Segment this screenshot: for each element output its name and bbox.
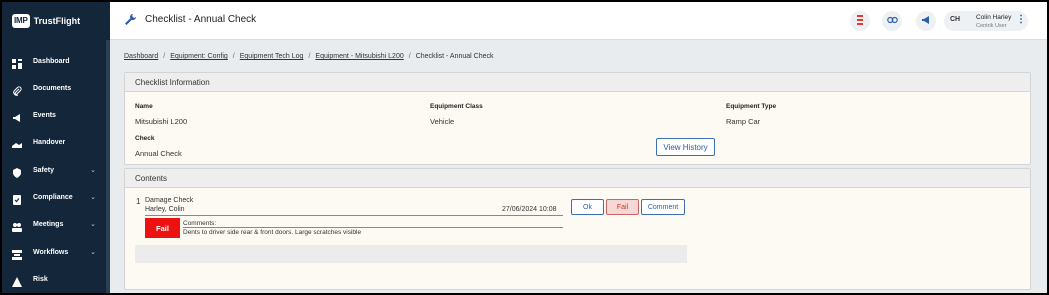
more-vertical-icon[interactable]: ⋮ bbox=[1016, 15, 1026, 25]
name-value: Mitsubishi L200 bbox=[135, 117, 188, 126]
name-label: Name bbox=[135, 103, 153, 110]
sidebar-item-label: Handover bbox=[33, 138, 66, 146]
sidebar-item-dashboard[interactable]: Dashboard bbox=[2, 51, 110, 71]
breadcrumb-separator: / bbox=[408, 53, 411, 60]
breadcrumb-link-equipment[interactable]: Equipment - Mitsubishi L200 bbox=[315, 53, 403, 60]
equipment-type-value: Ramp Car bbox=[726, 117, 761, 126]
sidebar: IMP TrustFlight Dashboard Documents Even… bbox=[2, 2, 110, 293]
sidebar-item-label: Events bbox=[33, 111, 56, 119]
sidebar-item-meetings[interactable]: Meetings ⌄ bbox=[2, 214, 110, 234]
dashboard-icon bbox=[12, 56, 22, 69]
sidebar-item-label: Documents bbox=[33, 84, 72, 92]
fail-button[interactable]: Fail bbox=[606, 199, 639, 215]
sidebar-item-label: Dashboard bbox=[33, 57, 70, 65]
chevron-down-icon: ⌄ bbox=[90, 167, 96, 174]
contents-card: Contents 1 Damage Check Harley, Colin 27… bbox=[124, 168, 1031, 290]
item-user: Harley, Colin bbox=[145, 206, 185, 213]
check-value: Annual Check bbox=[135, 149, 182, 158]
breadcrumb: Dashboard / Equipment: Config / Equipment Te… bbox=[124, 53, 494, 60]
document-stack-icon bbox=[855, 12, 865, 30]
breadcrumb-current: Checklist - Annual Check bbox=[415, 53, 494, 60]
user-name: Colin Harley bbox=[976, 14, 1012, 21]
chevron-down-icon: ⌄ bbox=[90, 194, 96, 201]
sidebar-item-safety[interactable]: Safety ⌄ bbox=[2, 160, 110, 180]
equipment-class-label: Equipment Class bbox=[430, 103, 483, 110]
status-badge: Fail bbox=[145, 218, 180, 238]
divider bbox=[183, 227, 563, 228]
top-header: Checklist - Annual Check CH Colin Harley… bbox=[110, 2, 1047, 40]
sidebar-item-compliance[interactable]: Compliance ⌄ bbox=[2, 187, 110, 207]
check-label: Check bbox=[135, 135, 155, 142]
sidebar-item-workflows[interactable]: Workflows ⌄ bbox=[2, 242, 110, 262]
user-role: Centrik User bbox=[976, 23, 1007, 29]
link-icon bbox=[886, 12, 898, 30]
ok-button[interactable]: Ok bbox=[571, 199, 604, 215]
chevron-down-icon: ⌄ bbox=[90, 221, 96, 228]
comment-button[interactable]: Comment bbox=[641, 199, 685, 215]
equipment-class-value: Vehicle bbox=[430, 117, 455, 126]
item-footer bbox=[135, 245, 687, 263]
paperclip-icon bbox=[12, 83, 22, 96]
sidebar-item-label: Workflows bbox=[33, 248, 69, 256]
breadcrumb-separator: / bbox=[163, 53, 166, 60]
brand-name: TrustFlight bbox=[33, 16, 81, 26]
handover-icon bbox=[12, 137, 22, 148]
sidebar-item-label: Risk bbox=[33, 275, 48, 283]
breadcrumb-link-equipment-tech-log[interactable]: Equipment Tech Log bbox=[240, 53, 304, 60]
sidebar-item-label: Meetings bbox=[33, 220, 64, 228]
card-heading: Contents bbox=[125, 169, 1030, 188]
divider bbox=[145, 215, 563, 216]
avatar: CH bbox=[950, 16, 961, 23]
sidebar-item-handover[interactable]: Handover bbox=[2, 132, 110, 152]
brand-logo: IMP bbox=[12, 14, 30, 28]
sidebar-item-label: Safety bbox=[33, 166, 55, 174]
comment-text: Dents to driver side rear & front doors.… bbox=[183, 229, 362, 236]
sidebar-item-documents[interactable]: Documents bbox=[2, 78, 110, 98]
item-title: Damage Check bbox=[145, 197, 194, 204]
checklist-info-card: Checklist Information Name Mitsubishi L2… bbox=[124, 72, 1031, 165]
megaphone-icon bbox=[921, 12, 931, 30]
app-window: IMP TrustFlight Dashboard Documents Even… bbox=[2, 2, 1047, 293]
meetings-icon bbox=[12, 219, 22, 232]
breadcrumb-separator: / bbox=[308, 53, 311, 60]
compliance-icon bbox=[12, 192, 22, 205]
equipment-type-label: Equipment Type bbox=[726, 103, 777, 110]
shield-icon bbox=[12, 165, 22, 178]
document-stack-button[interactable] bbox=[850, 11, 870, 31]
announcements-button[interactable] bbox=[916, 11, 936, 31]
sidebar-item-label: Compliance bbox=[33, 193, 73, 201]
breadcrumb-link-dashboard[interactable]: Dashboard bbox=[124, 53, 158, 60]
workflows-icon bbox=[12, 247, 22, 260]
warning-icon bbox=[12, 274, 22, 287]
wrench-icon bbox=[124, 13, 137, 31]
megaphone-icon bbox=[12, 110, 22, 122]
link-button[interactable] bbox=[882, 11, 902, 31]
card-heading: Checklist Information bbox=[125, 73, 1030, 92]
breadcrumb-separator: / bbox=[232, 53, 235, 60]
sidebar-item-events[interactable]: Events bbox=[2, 105, 110, 125]
breadcrumb-link-equipment-config[interactable]: Equipment: Config bbox=[170, 53, 228, 60]
brand[interactable]: IMP TrustFlight bbox=[2, 2, 110, 40]
chevron-down-icon: ⌄ bbox=[90, 249, 96, 256]
user-menu[interactable]: CH Colin Harley Centrik User ⋮ bbox=[944, 11, 1028, 31]
comments-label: Comments: bbox=[183, 220, 217, 227]
item-date: 27/06/2024 10:08 bbox=[502, 206, 557, 213]
view-history-button[interactable]: View History bbox=[656, 138, 715, 156]
item-number: 1 bbox=[136, 197, 141, 206]
sidebar-item-risk[interactable]: Risk bbox=[2, 269, 110, 289]
page-title: Checklist - Annual Check bbox=[145, 14, 257, 25]
sidebar-scrollbar[interactable] bbox=[106, 40, 110, 293]
